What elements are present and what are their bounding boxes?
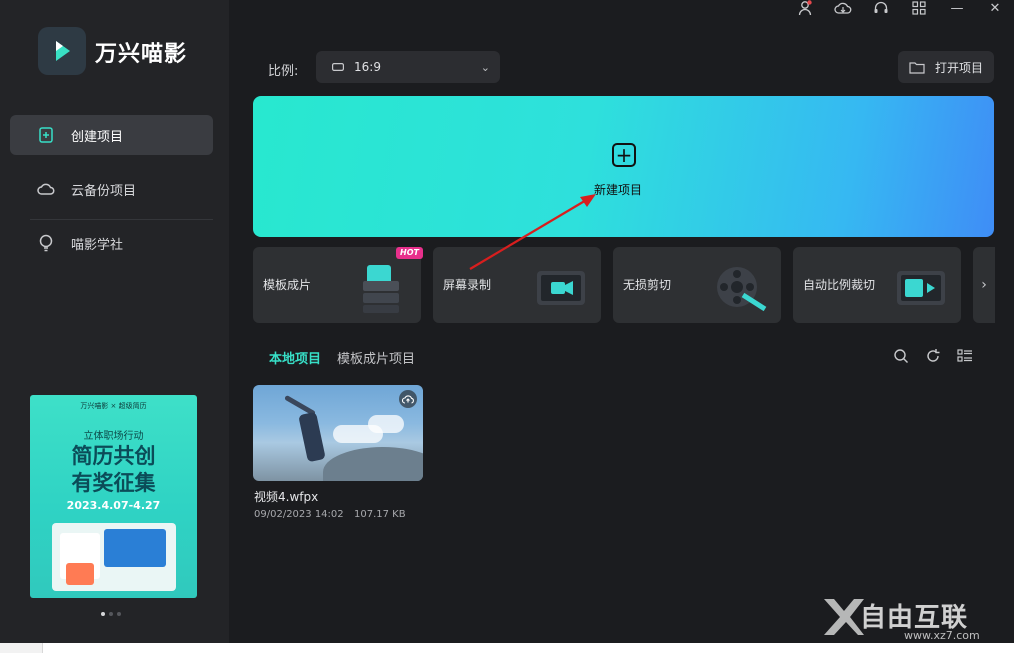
template-stack-icon	[353, 259, 409, 315]
tab-local-projects[interactable]: 本地项目	[269, 348, 321, 367]
cloud-sync-icon[interactable]	[824, 0, 862, 16]
promo-banner[interactable]: 万兴喵影 × 超级简历 立体职场行动 简历共创 有奖征集 2023.4.07-4…	[30, 395, 197, 598]
chevron-right-icon[interactable]: ›	[973, 247, 995, 323]
open-project-button[interactable]: 打开项目	[898, 51, 994, 83]
close-button[interactable]: ✕	[976, 0, 1014, 16]
feature-label: 自动比例裁切	[803, 278, 876, 292]
ratio-value: 16:9	[354, 60, 381, 74]
auto-reframe-icon	[893, 259, 949, 315]
cloud-upload-icon[interactable]	[399, 390, 417, 408]
account-icon[interactable]	[786, 0, 824, 16]
sidebar-item-cloud-backup[interactable]: 云备份项目	[10, 169, 213, 209]
new-project-button[interactable]: + 新建项目	[253, 96, 994, 237]
sidebar-divider	[30, 219, 213, 220]
feature-card-templates[interactable]: 模板成片 HOT	[253, 247, 423, 323]
ratio-label: 比例:	[268, 64, 299, 79]
tab-template-projects[interactable]: 模板成片项目	[337, 348, 415, 367]
add-file-icon	[37, 126, 55, 144]
pagination-dot[interactable]	[117, 612, 121, 616]
search-icon[interactable]	[892, 347, 910, 365]
watermark: 自由互联 www.xz7.com	[820, 595, 1010, 645]
sidebar: 万兴喵影 创建项目 云备份项目 喵影学社 万兴喵影 × 超级简历 立体职场行动 …	[0, 0, 229, 643]
list-view-icon[interactable]	[956, 347, 974, 365]
project-date: 09/02/2023 14:02	[254, 509, 344, 520]
promo-headline-2: 有奖征集	[71, 471, 156, 495]
project-tools	[892, 347, 974, 365]
feature-cards: 模板成片 HOT 屏幕录制 无损剪切 自动比例裁切 ›	[253, 247, 995, 323]
aspect-ratio-select[interactable]: 16:9 ⌄	[316, 51, 500, 83]
feature-label: 无损剪切	[623, 278, 672, 292]
film-reel-icon	[713, 259, 769, 315]
promo-dates: 2023.4.07-4.27	[66, 499, 161, 512]
sidebar-item-label: 喵影学社	[71, 237, 124, 253]
app-logo-icon	[38, 27, 86, 75]
feature-label: 屏幕录制	[443, 278, 492, 292]
pagination-dot[interactable]	[109, 612, 113, 616]
refresh-icon[interactable]	[924, 347, 942, 365]
project-tabs: 本地项目 模板成片项目	[269, 348, 415, 367]
promo-illustration	[52, 523, 176, 591]
watermark-url: www.xz7.com	[904, 629, 980, 642]
promo-pagination	[101, 612, 121, 616]
annotation-arrow	[469, 194, 596, 270]
sidebar-item-label: 云备份项目	[71, 183, 137, 199]
project-size: 107.17 KB	[354, 509, 406, 520]
open-project-label: 打开项目	[934, 60, 983, 75]
promo-headline: 简历共创 有奖征集	[30, 443, 197, 497]
sidebar-item-academy[interactable]: 喵影学社	[10, 223, 213, 263]
bulb-icon	[37, 234, 55, 252]
project-name[interactable]: 视频4.wfpx	[254, 488, 318, 505]
feature-card-auto-reframe[interactable]: 自动比例裁切	[793, 247, 961, 323]
promo-partners: 万兴喵影 × 超级简历	[80, 402, 147, 410]
hot-badge: HOT	[396, 247, 423, 259]
feature-card-lossless-cut[interactable]: 无损剪切	[613, 247, 781, 323]
app-title: 万兴喵影	[95, 42, 188, 67]
headset-icon[interactable]	[862, 0, 900, 16]
cloud-icon	[37, 180, 55, 198]
project-thumbnail[interactable]	[253, 385, 423, 481]
chevron-down-icon: ⌄	[480, 60, 490, 74]
promo-subtitle: 立体职场行动	[83, 431, 144, 442]
title-bar: — ✕	[786, 0, 1014, 16]
minimize-button[interactable]: —	[938, 0, 976, 16]
sidebar-item-create-project[interactable]: 创建项目	[10, 115, 213, 155]
plus-icon: +	[612, 143, 636, 167]
ratio-screen-icon	[332, 63, 344, 71]
sidebar-item-label: 创建项目	[71, 129, 124, 145]
pagination-dot[interactable]	[101, 612, 105, 616]
folder-icon	[909, 61, 925, 74]
feature-label: 模板成片	[263, 278, 312, 292]
sidebar-nav: 创建项目 云备份项目 喵影学社	[10, 115, 213, 277]
promo-headline-1: 简历共创	[71, 444, 156, 468]
grid-menu-icon[interactable]	[900, 0, 938, 16]
